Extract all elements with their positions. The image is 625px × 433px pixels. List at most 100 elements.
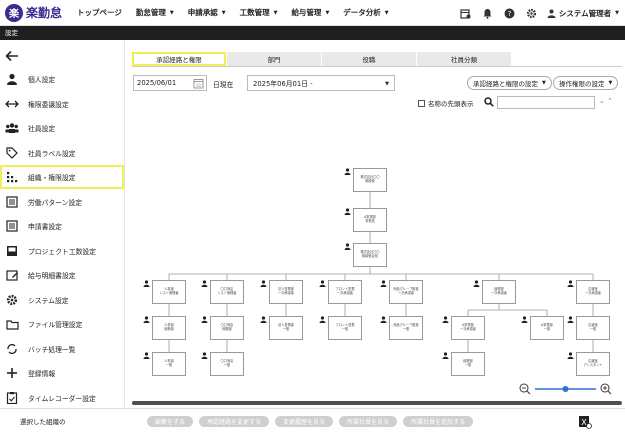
org-node[interactable]: 人事部 総務部 xyxy=(152,316,186,340)
org-node[interactable]: A事業部 一次承認者 xyxy=(451,316,485,340)
tab-label: 社員分類 xyxy=(451,56,477,64)
sidebar-item-label: プロジェクト工数設定 xyxy=(28,247,96,256)
action-button-4[interactable]: 所属社員を追加する xyxy=(403,415,474,427)
tab-0[interactable]: 承認経路と権限 xyxy=(132,52,226,66)
person-icon xyxy=(521,316,528,325)
sidebar-item-6[interactable]: 申請書設定 xyxy=(0,214,124,238)
org-node[interactable]: 〇〇商店 総務部 xyxy=(210,316,244,340)
sidebar-item-5[interactable]: 労働パターン設定 xyxy=(0,190,124,214)
person-icon xyxy=(344,208,351,217)
org-node-board[interactable]: 株式会社〇〇 取締役会長 xyxy=(353,243,387,267)
person-icon xyxy=(380,280,387,289)
zoom-slider-thumb[interactable] xyxy=(562,386,569,392)
org-node-role: 一般 xyxy=(223,363,231,367)
user-name: システム管理者 xyxy=(558,8,612,18)
org-node-role: 一次承認者 xyxy=(398,291,414,295)
org-node[interactable]: 〇〇商店 一般 xyxy=(210,352,244,376)
org-node[interactable]: 広報室 一次承認者 xyxy=(576,280,610,304)
org-node[interactable]: 人事部 一般 xyxy=(152,352,186,376)
org-node-role: 一次承認者 xyxy=(337,291,353,295)
org-node[interactable]: 法人営業部 一般 xyxy=(269,316,303,340)
org-node[interactable]: 経理部 一般 xyxy=(451,352,485,376)
org-node[interactable]: 広報室 一般 xyxy=(576,316,610,340)
org-node[interactable]: 商品グループ推進 一次承認者 xyxy=(389,280,423,304)
org-node[interactable]: 〇〇商店 シスト管理者 xyxy=(210,280,244,304)
tab-2[interactable]: 役職 xyxy=(322,52,416,66)
org-node[interactable]: 商品グループ推進 一般 xyxy=(389,316,423,340)
nav-item-1[interactable]: 勤怠管理 ▼ xyxy=(136,7,174,18)
nav-item-0[interactable]: トップページ xyxy=(77,7,122,18)
org-node-role: 一般 xyxy=(464,363,472,367)
org-node[interactable]: 経理部 一次承認者 xyxy=(482,280,516,304)
sidebar-item-13[interactable]: タイムレコーダー設定 xyxy=(0,386,124,410)
sidebar-item-label: 給与明細書設定 xyxy=(28,272,76,280)
tab-1[interactable]: 部門 xyxy=(227,52,321,66)
person-icon xyxy=(143,316,150,325)
operation-settings-button[interactable]: 操作権限の設定 ▼ xyxy=(553,76,619,90)
org-node-role: アシスタント xyxy=(583,363,603,367)
nav-label: 申請承認 xyxy=(187,8,218,17)
action-button-2[interactable]: 変更履歴を見る xyxy=(275,415,334,427)
org-grid-icon xyxy=(5,170,19,184)
bell-icon[interactable] xyxy=(479,4,497,22)
name-first-checkbox[interactable]: 名称の先頭表示 xyxy=(418,98,474,108)
nav-item-2[interactable]: 申請承認 ▼ xyxy=(188,7,226,18)
date-input[interactable]: 2025/06/01 30 xyxy=(133,75,207,91)
sidebar-item-label: 社員設定 xyxy=(28,125,56,133)
search-input[interactable] xyxy=(497,96,595,109)
org-node[interactable]: 法人営業部 一次承認者 xyxy=(269,280,303,304)
tab-3[interactable]: 社員分類 xyxy=(417,52,511,66)
tab-label: 役職 xyxy=(362,56,376,64)
org-node-role: シスト管理者 xyxy=(159,291,179,295)
search-icon[interactable] xyxy=(484,97,494,109)
help-icon[interactable]: ? xyxy=(501,4,519,22)
zoom-in-icon[interactable] xyxy=(600,383,612,395)
org-node-division[interactable]: A事業部 事業長 xyxy=(353,208,387,232)
person-icon xyxy=(201,352,208,361)
action-button-1[interactable]: 承認経路を変更する xyxy=(199,415,270,427)
clipboard-icon xyxy=(5,391,19,405)
checkbox[interactable] xyxy=(418,99,425,107)
calendar-gear-icon[interactable] xyxy=(457,4,475,22)
sidebar-item-1[interactable]: 権限委譲設定 xyxy=(0,92,124,116)
org-node[interactable]: 人事部 シスト管理者 xyxy=(152,280,186,304)
period-select[interactable]: 2025年06月01日 - ▼ xyxy=(247,75,395,91)
calendar-icon[interactable]: 30 xyxy=(193,78,204,91)
sidebar-item-9[interactable]: システム設定 xyxy=(0,288,124,312)
svg-text:?: ? xyxy=(508,10,512,18)
sidebar-item-12[interactable]: 登録情報 xyxy=(0,361,124,385)
user-menu[interactable]: システム管理者 ▼ xyxy=(547,8,619,19)
app-logo[interactable]: 楽 楽勤怠 xyxy=(5,3,77,22)
sidebar-item-8[interactable]: 給与明細書設定 xyxy=(0,263,124,287)
horizontal-scrollbar[interactable] xyxy=(132,401,622,405)
gear-icon[interactable] xyxy=(523,4,541,22)
nav-item-3[interactable]: 工数管理 ▼ xyxy=(240,7,278,18)
nav-item-5[interactable]: データ分析 ▼ xyxy=(343,7,388,18)
org-node[interactable]: A事業部 一般 xyxy=(530,316,564,340)
sidebar-item-7[interactable]: プロジェクト工数設定 xyxy=(0,239,124,263)
sidebar-item-label: 権限委譲設定 xyxy=(28,100,69,109)
action-button-3[interactable]: 所属社員を見る xyxy=(339,415,398,427)
logo-mark: 楽 xyxy=(5,3,23,22)
chevron-down-icon: ▼ xyxy=(325,9,330,16)
sidebar-item-2[interactable]: 社員設定 xyxy=(0,116,124,140)
search-nav-arrows[interactable]: ⌄ ⌃ xyxy=(599,97,613,105)
chevron-down-icon: ▼ xyxy=(385,81,389,87)
org-node[interactable]: フロント営業 一次承認者 xyxy=(328,280,362,304)
action-button-0[interactable]: 編集をする xyxy=(147,415,194,427)
nav-item-4[interactable]: 給与管理 ▼ xyxy=(291,7,329,18)
sidebar-item-4[interactable]: 組織・権限設定 xyxy=(0,165,124,189)
sidebar-item-3[interactable]: 社員ラベル設定 xyxy=(0,141,124,165)
chevron-down-icon: ▼ xyxy=(221,9,226,16)
org-node[interactable]: フロント営業 一般 xyxy=(328,316,362,340)
route-settings-button[interactable]: 承認経路と権限の設定 ▼ xyxy=(467,76,552,90)
org-node[interactable]: 広報室 アシスタント xyxy=(576,352,610,376)
close-panel-icon[interactable]: X xyxy=(578,415,592,429)
main-nav: トップページ 勤怠管理 ▼ 申請承認 ▼ 工数管理 ▼ 給与管理 ▼ データ分析 ▼ xyxy=(77,7,403,18)
org-node-role: 取締役 xyxy=(365,179,375,183)
org-node-root[interactable]: 株式会社〇〇 取締役 xyxy=(353,168,387,192)
sidebar-item-11[interactable]: バッチ処理一覧 xyxy=(0,337,124,361)
sidebar-item-0[interactable]: 個人設定 xyxy=(0,67,124,91)
sidebar-item-10[interactable]: ファイル管理設定 xyxy=(0,312,124,336)
zoom-out-icon[interactable] xyxy=(519,383,531,395)
